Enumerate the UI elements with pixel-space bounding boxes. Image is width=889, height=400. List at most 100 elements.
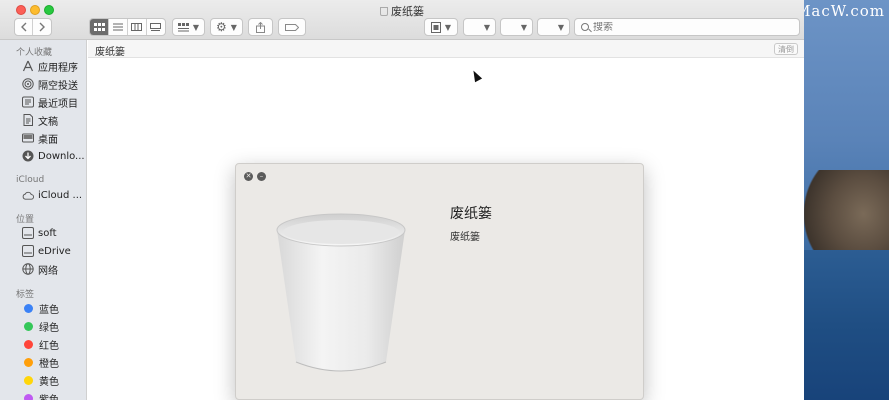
sidebar-header-tags: 标签 (16, 290, 35, 300)
sidebar-header-locations: 位置 (16, 215, 35, 225)
network-icon (22, 263, 34, 275)
chevron-left-icon (20, 22, 27, 32)
tag-color-dot (24, 339, 33, 349)
path-bar: 废纸篓 清倒 (88, 40, 804, 58)
disk-icon (22, 227, 34, 239)
sidebar-item-label: 绿色 (39, 322, 59, 334)
tag-icon (285, 23, 299, 31)
back-button[interactable] (15, 19, 34, 35)
info-panel: ✕ – 废纸篓 废纸篓 (235, 163, 644, 400)
wallpaper-sea (804, 250, 889, 400)
group-by-icon (177, 22, 189, 31)
sidebar-item-tag-yellow[interactable]: 黄色 (22, 372, 84, 388)
chevron-down-icon: ▼ (230, 22, 237, 32)
sidebar-item-label: 网络 (38, 265, 58, 277)
sidebar-item-icloud-drive[interactable]: iCloud ... (22, 187, 84, 203)
tag-color-dot (24, 375, 33, 385)
sidebar-item-edrive[interactable]: eDrive (22, 243, 84, 259)
panel-minimize-button[interactable]: – (257, 172, 266, 181)
list-view-icon (113, 23, 124, 31)
sidebar-header-icloud: iCloud (16, 175, 45, 185)
column-view-icon (131, 23, 143, 31)
sidebar-item-label: Downlo... (38, 150, 84, 162)
chevron-down-icon: ▼ (483, 22, 490, 32)
recents-icon (22, 96, 34, 108)
toolbar-dropdown-3[interactable]: ▼ (537, 18, 570, 36)
sidebar-item-soft[interactable]: soft (22, 225, 84, 241)
icon-view-button[interactable] (90, 19, 110, 35)
delete-folder-icon (430, 21, 441, 33)
toolbar-dropdown-1[interactable]: ▼ (463, 18, 496, 36)
chevron-down-icon: ▼ (520, 22, 527, 32)
tag-color-dot (24, 393, 33, 400)
sidebar-item-label: 橙色 (39, 358, 59, 370)
sidebar-item-label: 红色 (39, 340, 59, 352)
search-input[interactable] (593, 21, 783, 33)
sidebar-item-tag-orange[interactable]: 橙色 (22, 354, 84, 370)
sidebar-item-documents[interactable]: 文稿 (22, 112, 84, 128)
empty-trash-button[interactable]: 清倒 (774, 43, 798, 55)
tag-color-dot (24, 303, 33, 313)
search-field[interactable] (574, 18, 800, 36)
sidebar-item-tag-blue[interactable]: 蓝色 (22, 300, 84, 316)
desktop-wallpaper (804, 0, 889, 400)
chevron-right-icon (39, 22, 46, 32)
tag-color-dot (24, 357, 33, 367)
cloud-icon (22, 189, 34, 201)
icon-view-icon (93, 23, 105, 31)
sidebar-item-label: iCloud ... (38, 189, 83, 201)
gallery-view-icon (150, 23, 162, 31)
gallery-view-button[interactable] (147, 19, 165, 35)
sidebar-item-applications[interactable]: 应用程序 (22, 58, 84, 74)
trash-icon (380, 7, 388, 16)
disk-icon (22, 245, 34, 257)
chevron-down-icon: ▼ (557, 22, 564, 32)
forward-button[interactable] (33, 19, 51, 35)
sidebar-item-label: 桌面 (38, 134, 58, 146)
panel-close-button[interactable]: ✕ (244, 172, 253, 181)
toolbar-dropdown-2[interactable]: ▼ (500, 18, 533, 36)
sidebar-item-desktop[interactable]: 桌面 (22, 130, 84, 146)
chevron-down-icon: ▼ (192, 22, 200, 32)
group-by-button[interactable]: ▼ (172, 18, 205, 36)
gear-icon: ⚙ (216, 20, 227, 34)
trash-icon (274, 212, 409, 377)
action-button[interactable]: ⚙ ▼ (210, 18, 243, 36)
title-bar: 废纸篓 ▼ ⚙ ▼ ▼ ▼ ▼ ▼ (0, 0, 804, 40)
share-icon (256, 21, 265, 33)
panel-title: 废纸篓 (450, 206, 492, 222)
airdrop-icon (22, 78, 34, 90)
sidebar-item-airdrop[interactable]: 隔空投送 (22, 76, 84, 92)
tag-color-dot (24, 321, 33, 331)
list-view-button[interactable] (109, 19, 128, 35)
sidebar-item-tag-red[interactable]: 红色 (22, 336, 84, 352)
applications-icon (22, 60, 34, 72)
path-bar-title: 废纸篓 (95, 47, 125, 58)
quick-look-button[interactable]: ▼ (424, 18, 458, 36)
sidebar-item-label: eDrive (38, 245, 71, 257)
sidebar-item-tag-purple[interactable]: 紫色 (22, 390, 84, 400)
column-view-button[interactable] (128, 19, 147, 35)
view-mode-group (89, 18, 166, 36)
sidebar-item-label: 隔空投送 (38, 80, 78, 92)
sidebar-item-recents[interactable]: 最近项目 (22, 94, 84, 110)
sidebar-item-downloads[interactable]: Downlo... (22, 148, 84, 164)
sidebar-item-tag-green[interactable]: 绿色 (22, 318, 84, 334)
desktop-icon (22, 132, 34, 144)
window-title-text: 废纸篓 (391, 5, 424, 18)
share-button[interactable] (248, 18, 273, 36)
sidebar-header-favorites: 个人收藏 (16, 48, 53, 58)
downloads-icon (22, 150, 34, 162)
search-icon (581, 23, 589, 31)
sidebar-item-label: soft (38, 227, 57, 239)
panel-subtitle: 废纸篓 (450, 232, 480, 243)
sidebar-item-label: 最近项目 (38, 98, 78, 110)
sidebar-item-label: 紫色 (39, 394, 59, 400)
sidebar-item-network[interactable]: 网络 (22, 261, 84, 277)
sidebar-item-label: 蓝色 (39, 304, 59, 316)
sidebar-item-label: 应用程序 (38, 62, 78, 74)
nav-buttons (14, 18, 52, 36)
documents-icon (22, 114, 34, 126)
window-title: 废纸篓 (0, 3, 804, 19)
edit-tags-button[interactable] (278, 18, 306, 36)
